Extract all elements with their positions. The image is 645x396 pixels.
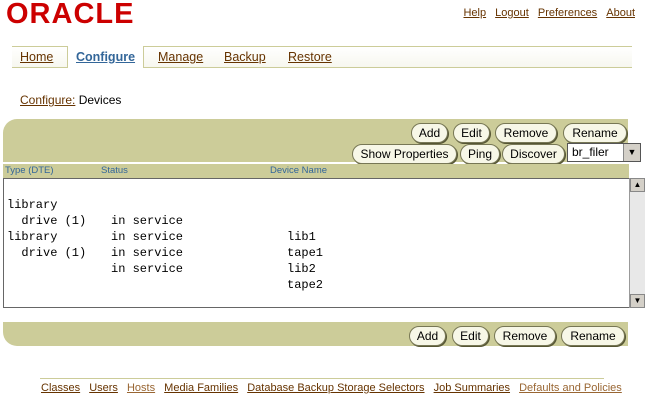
- host-select-value: br_filer: [572, 145, 609, 159]
- rename-button[interactable]: Rename: [563, 123, 627, 143]
- about-link[interactable]: About: [606, 7, 635, 19]
- discover-button[interactable]: Discover: [502, 144, 565, 164]
- device-list[interactable]: library in service lib1 drive (1) in ser…: [3, 178, 642, 308]
- breadcrumb-current: Devices: [78, 93, 122, 107]
- tab-home[interactable]: Home: [12, 47, 61, 67]
- logo-text: ORACLE: [6, 0, 134, 26]
- device-name: lib2: [287, 262, 316, 276]
- remove-button[interactable]: Remove: [495, 123, 557, 143]
- ping-button[interactable]: Ping: [460, 144, 500, 164]
- column-header-row: Type (DTE) Status Device Name: [3, 164, 629, 178]
- breadcrumb-configure-link[interactable]: Configure:: [20, 93, 75, 107]
- device-type: drive (1): [7, 246, 87, 260]
- oracle-logo: ORACLE: [6, 0, 182, 26]
- device-name: tape1: [287, 246, 324, 260]
- device-status: in service: [111, 246, 184, 260]
- rename-button-bottom[interactable]: Rename: [561, 326, 625, 346]
- device-status: in service: [111, 230, 184, 244]
- footer-link-defaults-policies[interactable]: Defaults and Policies: [519, 382, 622, 394]
- footer-divider: [40, 378, 604, 379]
- preferences-link[interactable]: Preferences: [538, 7, 597, 19]
- column-header-status: Status: [101, 165, 128, 176]
- oracle-logo-graphic: ORACLE: [6, 0, 134, 26]
- tab-bar: Home Configure Manage Backup Restore: [12, 46, 632, 68]
- list-scrollbar[interactable]: ▲ ▼: [629, 178, 645, 308]
- footer-links: Classes Users Hosts Media Families Datab…: [41, 382, 628, 394]
- scroll-up-icon[interactable]: ▲: [630, 178, 645, 192]
- column-header-type: Type (DTE): [5, 165, 54, 176]
- device-status: in service: [111, 214, 184, 228]
- tab-backup[interactable]: Backup: [216, 47, 274, 67]
- device-status: in service: [111, 262, 184, 276]
- logout-link[interactable]: Logout: [495, 7, 529, 19]
- breadcrumb: Configure: Devices: [20, 93, 121, 107]
- column-header-device-name: Device Name: [270, 165, 328, 176]
- footer-link-media-families[interactable]: Media Families: [164, 382, 238, 394]
- add-button[interactable]: Add: [411, 123, 448, 143]
- footer-link-storage-selectors[interactable]: Database Backup Storage Selectors: [247, 382, 424, 394]
- list-item[interactable]: library in service lib1: [7, 181, 316, 244]
- tab-configure[interactable]: Configure: [67, 46, 145, 68]
- tab-manage[interactable]: Manage: [150, 47, 211, 67]
- edit-button-bottom[interactable]: Edit: [452, 326, 489, 346]
- list-item[interactable]: library in service lib2: [7, 213, 316, 276]
- scroll-down-icon[interactable]: ▼: [630, 294, 645, 308]
- dropdown-arrow-icon[interactable]: ▼: [623, 144, 640, 161]
- list-item[interactable]: drive (1) in service tape1: [7, 197, 323, 260]
- footer-link-users[interactable]: Users: [89, 382, 118, 394]
- add-button-bottom[interactable]: Add: [409, 326, 446, 346]
- footer-link-job-summaries[interactable]: Job Summaries: [434, 382, 510, 394]
- help-link[interactable]: Help: [463, 7, 486, 19]
- list-item[interactable]: drive (1) in service tape2: [7, 229, 323, 292]
- global-links: Help Logout Preferences About: [457, 7, 635, 19]
- remove-button-bottom[interactable]: Remove: [494, 326, 556, 346]
- footer-link-classes[interactable]: Classes: [41, 382, 80, 394]
- edit-button[interactable]: Edit: [453, 123, 490, 143]
- device-name: lib1: [287, 230, 316, 244]
- host-select[interactable]: br_filer ▼: [567, 143, 641, 162]
- device-name: tape2: [287, 278, 324, 292]
- tab-restore[interactable]: Restore: [280, 47, 340, 67]
- show-properties-button[interactable]: Show Properties: [352, 144, 457, 164]
- footer-link-hosts[interactable]: Hosts: [127, 382, 155, 394]
